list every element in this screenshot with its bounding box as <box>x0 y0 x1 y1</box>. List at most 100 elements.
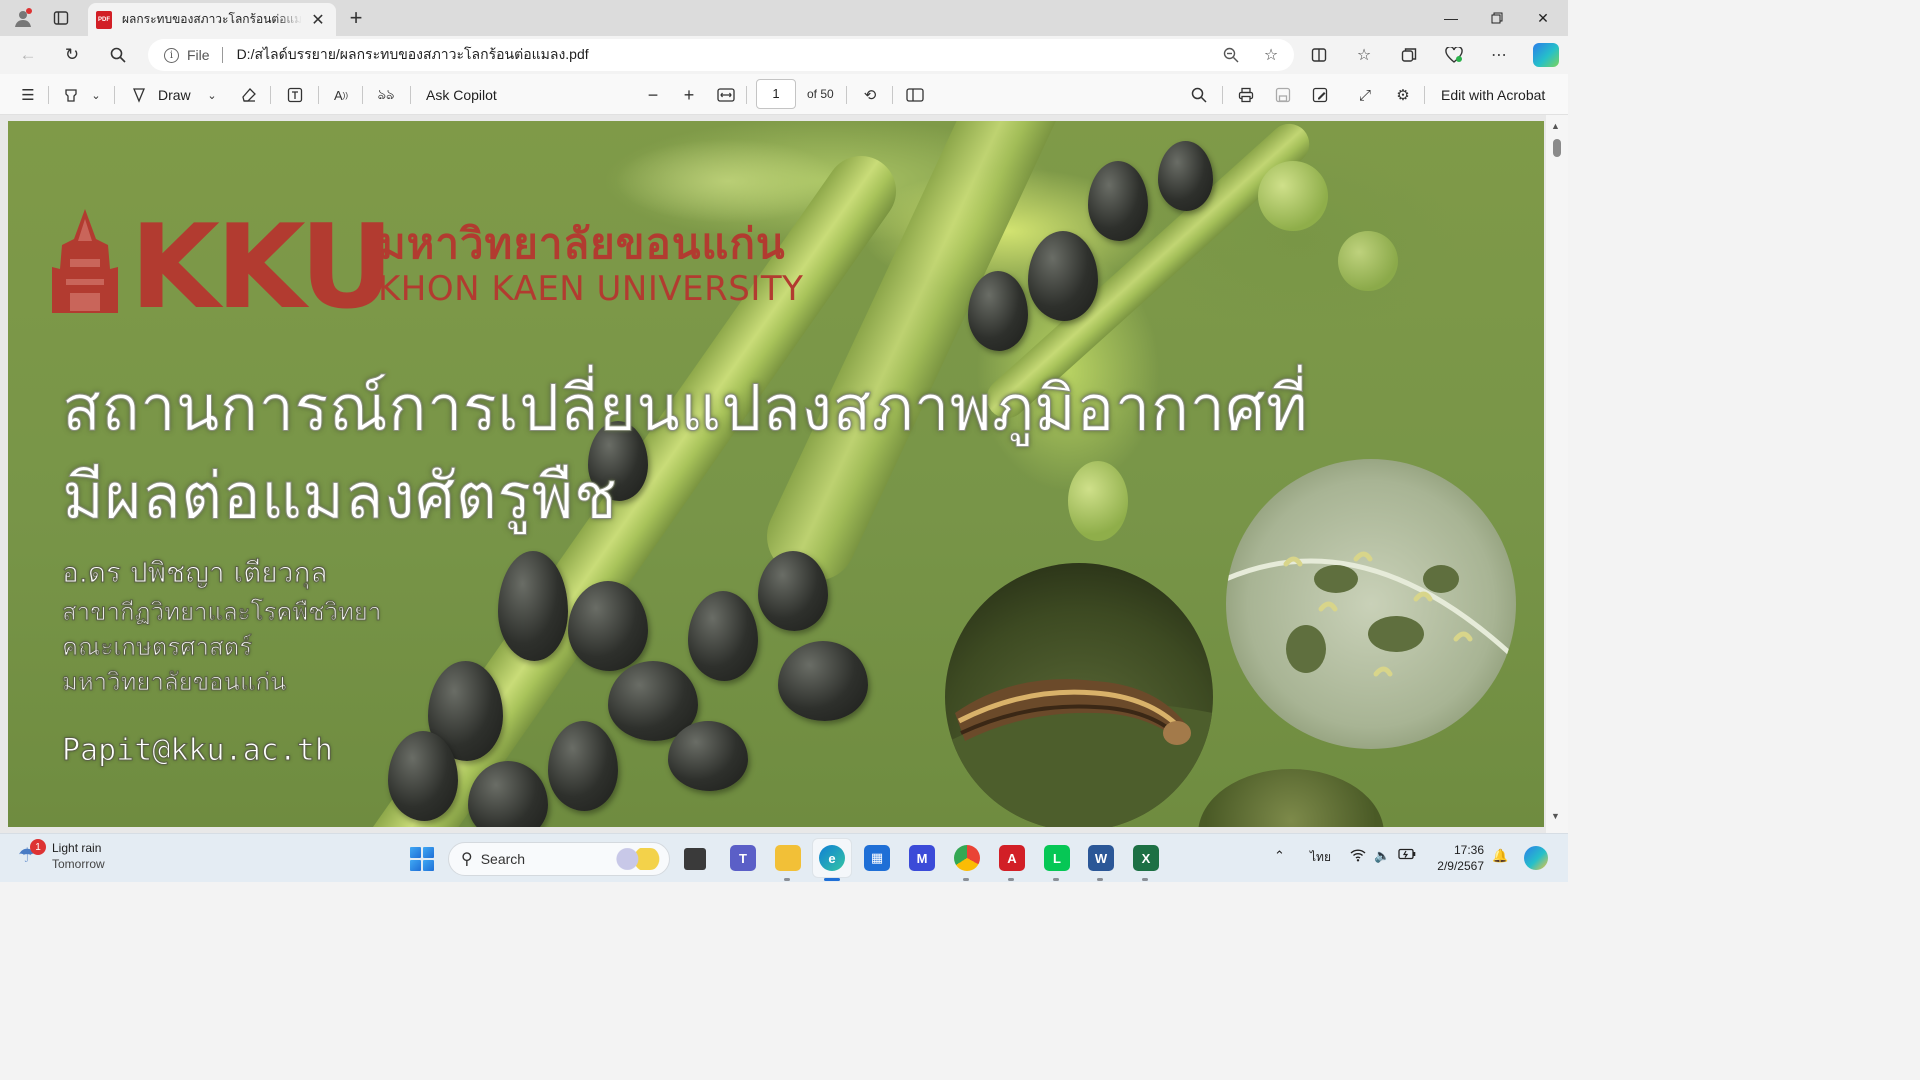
author-university: มหาวิทยาลัยขอนแก่น <box>61 668 287 697</box>
pdf-toolbar: ☰ ⌄ Draw ⌄ A)) ঌঌ Ask Copilot − + 1 of 5… <box>0 74 1568 115</box>
clock-time: 17:36 <box>1453 843 1484 857</box>
zoom-in-button[interactable]: + <box>678 83 700 107</box>
slide-title-line-1: สถานการณ์การเปลี่ยนแปลงสภาพภูมิอากาศที่ <box>62 372 1309 447</box>
ask-copilot-button[interactable]: Ask Copilot <box>426 83 497 107</box>
plant-bud-image <box>1068 461 1128 541</box>
print-icon[interactable] <box>1235 83 1257 107</box>
refresh-button[interactable]: ↻ <box>58 41 86 69</box>
zoom-out-icon[interactable] <box>1218 43 1244 67</box>
eraser-icon[interactable] <box>238 83 260 107</box>
show-hidden-icons-chevron-icon[interactable]: ⌃ <box>1274 848 1285 864</box>
kku-logo-mark: KKU <box>130 209 390 319</box>
table-of-contents-icon[interactable]: ☰ <box>16 83 40 107</box>
zoom-out-button[interactable]: − <box>642 83 664 107</box>
pdf-viewer[interactable]: KKU มหาวิทยาลัยขอนแก่น KHON KAEN UNIVERS… <box>0 115 1568 833</box>
browser-essentials-icon[interactable] <box>1441 43 1467 67</box>
rotate-icon[interactable]: ⟲ <box>859 83 881 107</box>
more-options-icon[interactable]: ⋯ <box>1486 43 1512 67</box>
back-button[interactable]: ← <box>14 41 42 69</box>
edit-with-acrobat-button[interactable]: Edit with Acrobat <box>1441 83 1545 107</box>
aphid-image <box>498 551 568 661</box>
acrobat-icon[interactable]: A <box>999 845 1025 871</box>
logo-english-name: KHON KAEN UNIVERSITY <box>378 269 804 309</box>
scroll-up-arrow-icon[interactable]: ▲ <box>1551 121 1560 131</box>
profile-icon[interactable] <box>10 6 36 30</box>
chrome-icon[interactable] <box>954 845 980 871</box>
scroll-down-arrow-icon[interactable]: ▼ <box>1551 811 1560 821</box>
line-app-icon[interactable]: L <box>1044 845 1070 871</box>
page-view-icon[interactable] <box>904 83 926 107</box>
wifi-icon[interactable] <box>1350 848 1366 865</box>
add-text-icon[interactable] <box>284 83 306 107</box>
battery-icon[interactable] <box>1398 848 1416 863</box>
math-app-icon[interactable]: M <box>909 845 935 871</box>
volume-icon[interactable]: 🔈 <box>1374 848 1390 864</box>
copilot-icon[interactable] <box>1533 43 1559 67</box>
file-explorer-icon[interactable] <box>775 845 801 871</box>
fit-page-icon[interactable] <box>715 83 737 107</box>
page-number-input[interactable]: 1 <box>756 79 796 109</box>
close-tab-icon[interactable]: ✕ <box>308 10 328 30</box>
translate-icon[interactable]: ঌঌ <box>374 83 398 107</box>
tab-actions-icon[interactable] <box>48 6 74 30</box>
fullscreen-icon[interactable]: ⤢ <box>1354 83 1376 107</box>
copilot-taskbar-icon[interactable] <box>1524 846 1548 870</box>
settings-gear-icon[interactable]: ⚙ <box>1392 83 1414 107</box>
edge-browser-icon[interactable]: e <box>819 845 845 871</box>
aphid-image <box>778 641 868 721</box>
url-text[interactable]: D:/สไลด์บรรยาย/ผลกระทบของสภาวะโลกร้อนต่อ… <box>237 44 589 66</box>
running-indicator <box>1097 878 1103 881</box>
tab-title: ผลกระทบของสภาวะโลกร้อนต่อแมลง.pdf <box>122 12 302 26</box>
running-indicator <box>1008 878 1014 881</box>
title-bar: PDF ผลกระทบของสภาวะโลกร้อนต่อแมลง.pdf ✕ … <box>0 0 1568 36</box>
aphid-image <box>1028 231 1098 321</box>
word-icon[interactable]: W <box>1088 845 1114 871</box>
aphid-image <box>1158 141 1213 211</box>
weather-subtitle: Tomorrow <box>52 857 105 871</box>
draw-button[interactable]: Draw <box>158 83 191 107</box>
favorites-icon[interactable]: ☆ <box>1351 43 1377 67</box>
draw-options-chevron-icon[interactable]: ⌄ <box>204 83 220 107</box>
input-language[interactable]: ไทย <box>1310 848 1331 867</box>
taskbar-search[interactable]: ⚲ Search <box>448 842 670 876</box>
favorite-star-icon[interactable]: ☆ <box>1258 43 1284 67</box>
scroll-thumb[interactable] <box>1553 139 1561 157</box>
weather-widget[interactable]: ☂ 1 Light rain Tomorrow <box>18 839 105 872</box>
save-icon[interactable] <box>1272 83 1294 107</box>
draw-pen-icon[interactable] <box>128 83 150 107</box>
restore-button[interactable] <box>1474 0 1520 36</box>
teams-icon[interactable]: T <box>730 845 756 871</box>
author-faculty: คณะเกษตรศาสตร์ <box>61 633 253 662</box>
aphid-image <box>1088 161 1148 241</box>
running-indicator <box>963 878 969 881</box>
caterpillar-photo <box>945 563 1213 827</box>
new-tab-button[interactable]: + <box>343 5 369 30</box>
minimize-button[interactable]: — <box>1428 0 1474 36</box>
search-icon[interactable] <box>104 41 132 69</box>
aphid-image <box>668 721 748 791</box>
split-screen-icon[interactable] <box>1306 43 1332 67</box>
address-bar[interactable]: i File D:/สไลด์บรรยาย/ผลกระทบของสภาวะโลก… <box>148 39 1294 71</box>
site-info-icon[interactable]: i <box>164 47 179 63</box>
microsoft-store-icon[interactable]: ▦ <box>864 845 890 871</box>
close-window-button[interactable]: ✕ <box>1520 0 1566 36</box>
read-aloud-icon[interactable]: A)) <box>330 83 352 107</box>
divider <box>221 47 223 63</box>
collections-icon[interactable] <box>1396 43 1422 67</box>
save-as-icon[interactable] <box>1309 83 1331 107</box>
excel-icon[interactable]: X <box>1133 845 1159 871</box>
highlight-icon[interactable] <box>60 83 82 107</box>
taskbar: ☂ 1 Light rain Tomorrow ⚲ Search T e ▦ M… <box>0 833 1568 882</box>
running-indicator <box>1142 878 1148 881</box>
highlight-options-chevron-icon[interactable]: ⌄ <box>88 83 104 107</box>
notifications-bell-icon[interactable]: 🔔 <box>1492 848 1508 864</box>
author-email: Papit@kku.ac.th <box>62 733 334 769</box>
task-view-icon[interactable] <box>684 848 706 870</box>
running-indicator-active <box>824 878 840 881</box>
system-clock[interactable]: 17:36 2/9/2567 <box>1424 842 1484 874</box>
windows-start-icon[interactable] <box>410 847 434 871</box>
stem-pest-photo <box>1198 769 1384 827</box>
tab-active-pdf[interactable]: PDF ผลกระทบของสภาวะโลกร้อนต่อแมลง.pdf ✕ <box>88 3 336 36</box>
find-icon[interactable] <box>1188 83 1210 107</box>
vertical-scrollbar[interactable]: ▲ ▼ <box>1546 115 1568 833</box>
